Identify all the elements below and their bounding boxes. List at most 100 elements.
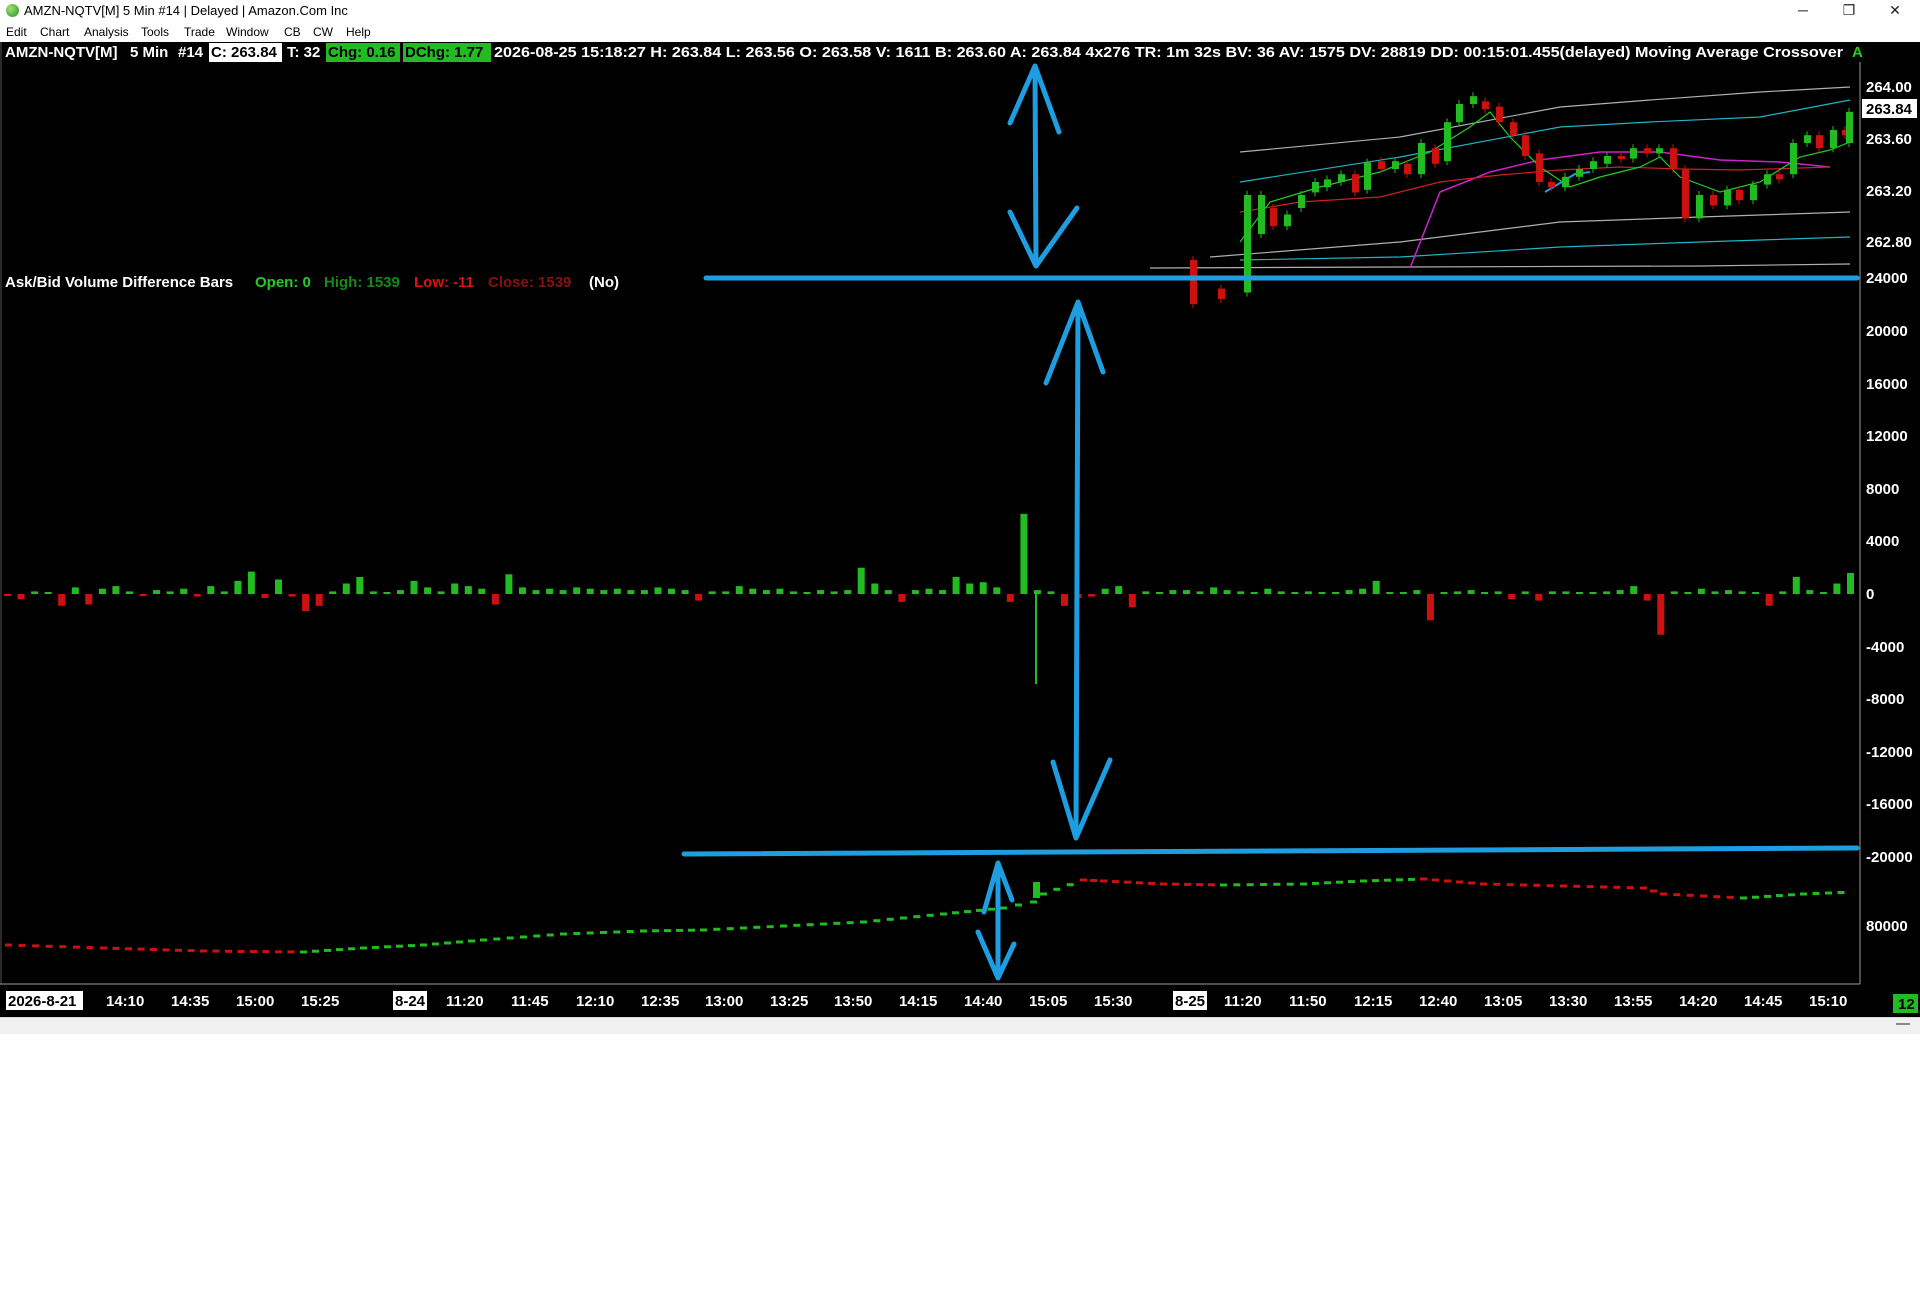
study-close: Close: 1539 bbox=[488, 274, 571, 291]
cumulative-segment bbox=[1220, 883, 1227, 887]
time-tick: 13:05 bbox=[1484, 993, 1522, 1010]
volume-bar bbox=[329, 591, 337, 594]
price-candle bbox=[1562, 176, 1569, 188]
volume-bar bbox=[369, 591, 377, 594]
price-candle bbox=[1510, 122, 1517, 136]
chart-canvas[interactable]: AMZN-NQTV[M] 5 Min #14 C: 263.84 T: 32 C… bbox=[0, 42, 1920, 1017]
price-label: 264.00 bbox=[1866, 79, 1912, 96]
cumulative-segment bbox=[100, 946, 107, 950]
volume-bar bbox=[1372, 580, 1380, 595]
volume-bar bbox=[275, 579, 282, 594]
volume-scale-label: -20000 bbox=[1866, 849, 1913, 866]
menu-cw[interactable]: CW bbox=[313, 25, 333, 39]
volume-bar bbox=[573, 587, 581, 594]
volume-bar bbox=[1440, 592, 1448, 594]
cumulative-segment bbox=[1196, 883, 1203, 887]
volume-bar bbox=[153, 590, 161, 594]
price-candle bbox=[1618, 156, 1625, 159]
price-candle bbox=[1364, 162, 1371, 190]
volume-bar bbox=[180, 588, 188, 594]
time-tick: 15:25 bbox=[301, 993, 339, 1010]
volume-bar bbox=[993, 587, 1001, 594]
cumulative-segment bbox=[300, 950, 307, 954]
volume-bar bbox=[1670, 591, 1678, 594]
price-candle bbox=[1218, 288, 1225, 299]
cumulative-segment bbox=[1300, 882, 1307, 886]
volume-scale-label: 24000 bbox=[1866, 270, 1908, 287]
time-tick: 15:30 bbox=[1094, 993, 1132, 1010]
price-candle bbox=[1270, 208, 1277, 227]
cumulative-segment bbox=[586, 931, 594, 935]
volume-bar bbox=[1657, 594, 1665, 635]
resize-grip-icon[interactable] bbox=[1896, 1023, 1910, 1025]
menu-trade[interactable]: Trade bbox=[184, 25, 215, 39]
minimize-button[interactable]: ─ bbox=[1780, 0, 1826, 22]
cumulative-segment bbox=[1160, 882, 1167, 886]
volume-bar bbox=[1304, 591, 1312, 594]
cumulative-segment bbox=[1090, 879, 1097, 882]
close-button[interactable]: ✕ bbox=[1872, 0, 1918, 22]
volume-bar bbox=[1047, 591, 1055, 594]
time-tick: 14:10 bbox=[106, 993, 144, 1010]
cumulative-segment bbox=[886, 917, 894, 921]
menu-chart[interactable]: Chart bbox=[40, 25, 69, 39]
menu-edit[interactable]: Edit bbox=[6, 25, 27, 39]
time-tick: 12:40 bbox=[1419, 993, 1457, 1010]
menu-tools[interactable]: Tools bbox=[141, 25, 169, 39]
cumulative-segment bbox=[820, 922, 827, 926]
volume-bar bbox=[1697, 588, 1705, 594]
cumulative-segment bbox=[112, 946, 120, 950]
time-tick: 13:30 bbox=[1549, 993, 1587, 1010]
price-candle bbox=[1830, 130, 1837, 149]
cumulative-segment bbox=[1480, 882, 1487, 886]
cumulative-segment bbox=[1053, 887, 1061, 891]
menu-cb[interactable]: CB bbox=[284, 25, 301, 39]
volume-bar bbox=[302, 594, 310, 612]
cumulative-segment bbox=[940, 912, 947, 916]
corner-badge-label: 12 bbox=[1898, 996, 1915, 1013]
menu-window[interactable]: Window bbox=[226, 25, 269, 39]
cumulative-segment bbox=[1408, 877, 1415, 881]
menu-help[interactable]: Help bbox=[346, 25, 371, 39]
volume-bar bbox=[830, 591, 838, 594]
cumulative-segment bbox=[926, 913, 934, 917]
time-tick: 15:10 bbox=[1809, 993, 1847, 1010]
volume-bar bbox=[437, 591, 445, 594]
header-chg: Chg: 0.16 bbox=[328, 44, 396, 61]
volume-scale-label: -8000 bbox=[1866, 691, 1904, 708]
cumulative-segment bbox=[1825, 891, 1832, 895]
cumulative-segment bbox=[384, 945, 391, 949]
time-tick: 15:00 bbox=[236, 993, 274, 1010]
price-candle bbox=[1482, 101, 1489, 110]
cumulative-segment bbox=[780, 924, 787, 928]
cumulative-segment bbox=[652, 929, 659, 933]
volume-bar bbox=[261, 594, 269, 598]
cumulative-segment bbox=[1148, 881, 1155, 885]
study-open: Open: 0 bbox=[255, 274, 311, 291]
volume-bar bbox=[1806, 590, 1814, 594]
volume-bar bbox=[532, 590, 540, 594]
cumulative-segment bbox=[753, 925, 761, 929]
volume-bar bbox=[193, 594, 201, 597]
time-tick: 13:25 bbox=[770, 993, 808, 1010]
chart-window[interactable]: AMZN-NQTV[M] 5 Min #14 C: 263.84 T: 32 C… bbox=[0, 42, 1920, 1017]
cumulative-segment bbox=[212, 949, 220, 953]
volume-bar bbox=[166, 591, 174, 594]
cumulative-segment bbox=[806, 923, 814, 927]
app-icon bbox=[6, 4, 19, 17]
volume-bar bbox=[1467, 590, 1475, 594]
time-tick: 12:35 bbox=[641, 993, 679, 1010]
restore-button[interactable]: ❐ bbox=[1826, 0, 1872, 22]
menu-bar: Edit Chart Analysis Tools Trade Window C… bbox=[0, 22, 1920, 43]
volume-bar bbox=[1264, 588, 1272, 594]
time-tick: 11:20 bbox=[1224, 993, 1262, 1010]
volume-bar bbox=[559, 590, 567, 594]
volume-bar bbox=[1562, 591, 1570, 594]
volume-bar bbox=[871, 583, 879, 594]
time-tick: 15:05 bbox=[1029, 993, 1067, 1010]
study-low: Low: -11 bbox=[414, 274, 474, 291]
volume-bar bbox=[1494, 591, 1502, 594]
menu-analysis[interactable]: Analysis bbox=[84, 25, 129, 39]
cumulative-segment bbox=[1372, 879, 1379, 883]
volume-scale-label: -16000 bbox=[1866, 796, 1913, 813]
